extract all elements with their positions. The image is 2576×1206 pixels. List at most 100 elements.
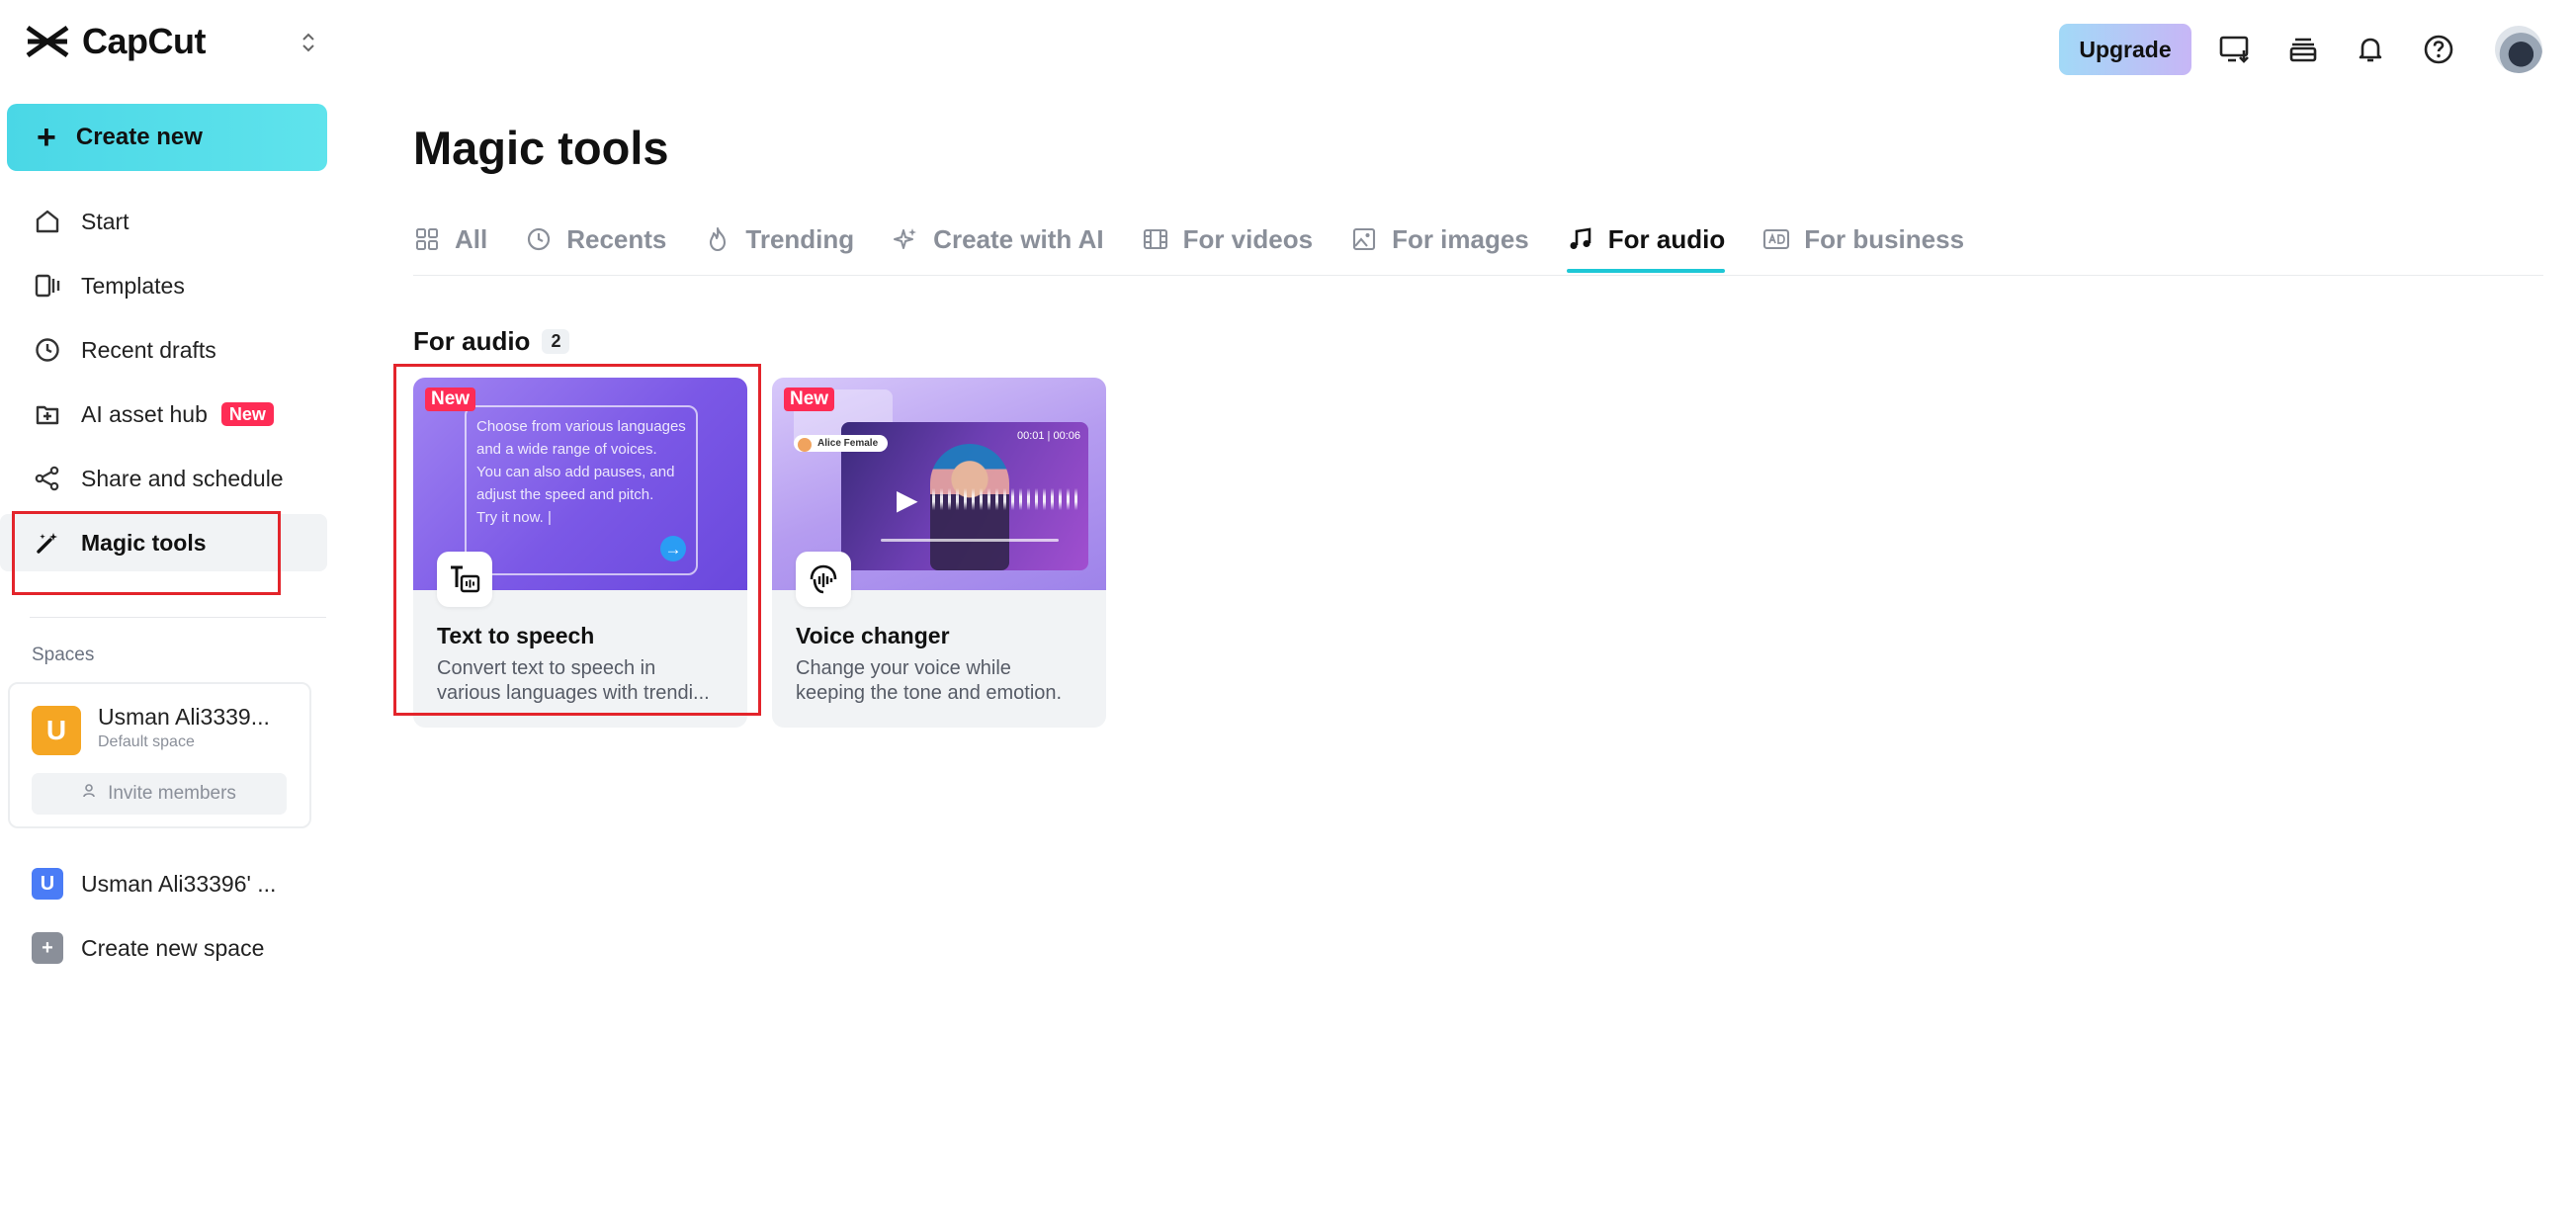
magic-wand-icon: [32, 527, 63, 559]
tabs-divider: [413, 275, 2543, 276]
tab-label: For audio: [1607, 223, 1726, 254]
tab-for-business[interactable]: For business: [1762, 219, 1964, 259]
tab-all[interactable]: All: [413, 219, 487, 259]
sidebar-item-templates[interactable]: Templates: [0, 257, 341, 314]
create-new-space-button[interactable]: + Create new space: [32, 928, 264, 968]
sidebar-nav: Start Templates Recent drafts AI asset h…: [0, 193, 341, 578]
thumbnail-text-box: Choose from various languages and a wide…: [465, 405, 698, 575]
progress-bar: [881, 539, 1059, 542]
invite-members-button[interactable]: Invite members: [32, 773, 287, 815]
voice-tag: Alice Female: [794, 435, 889, 452]
tab-for-images[interactable]: For images: [1350, 219, 1529, 259]
play-icon: ▶: [897, 484, 918, 515]
sidebar-item-label: Templates: [81, 272, 185, 299]
thumbnail-text-line: Choose from various languages: [476, 418, 686, 435]
upgrade-button[interactable]: Upgrade: [2059, 24, 2191, 75]
plus-icon: +: [37, 119, 56, 156]
film-icon: [1142, 225, 1169, 253]
space-row-label: Usman Ali33396' ...: [81, 870, 277, 897]
create-new-space-label: Create new space: [81, 934, 265, 961]
sidebar-item-label: Magic tools: [81, 529, 207, 556]
space-row-usman[interactable]: U Usman Ali33396' ...: [32, 864, 276, 904]
sparkle-icon: [892, 225, 919, 253]
chevron-up-down-icon[interactable]: [296, 28, 321, 57]
asset-hub-icon: [32, 398, 63, 430]
card-description-line: Change your voice while: [796, 657, 1011, 679]
invite-members-label: Invite members: [108, 783, 236, 804]
thumbnail-text-line: and a wide range of voices.: [476, 441, 657, 458]
sidebar-item-recent-drafts[interactable]: Recent drafts: [0, 321, 341, 379]
home-icon: [32, 206, 63, 237]
category-tabs: All Recents Trending Create with AI For …: [413, 219, 2002, 277]
page-title: Magic tools: [413, 122, 669, 174]
arrow-right-icon: →: [660, 536, 686, 561]
space-avatar: U: [32, 868, 63, 900]
tab-label: For images: [1392, 223, 1529, 254]
sidebar-item-label: Share and schedule: [81, 465, 284, 491]
templates-icon: [32, 270, 63, 302]
card-title: Text to speech: [437, 623, 595, 648]
clock-icon: [525, 225, 553, 253]
sidebar-item-start[interactable]: Start: [0, 193, 341, 250]
tab-for-videos[interactable]: For videos: [1142, 219, 1313, 259]
card-description-line: keeping the tone and emotion.: [796, 682, 1063, 704]
waveform-icon: [932, 485, 1080, 513]
card-description-line: various languages with trendi...: [437, 682, 710, 704]
sidebar: CapCut + Create new Start Templates Rece…: [0, 0, 341, 1206]
grid-icon: [413, 225, 441, 253]
bell-icon[interactable]: [2351, 30, 2390, 69]
tab-label: For business: [1804, 223, 1965, 254]
monitor-download-icon[interactable]: [2215, 30, 2255, 69]
share-icon: [32, 463, 63, 494]
sidebar-item-label: Start: [81, 208, 129, 234]
tab-label: Recents: [566, 223, 667, 254]
plus-icon: +: [32, 932, 63, 964]
voice-changer-icon: [796, 552, 851, 607]
ad-icon: [1762, 225, 1790, 253]
tab-trending[interactable]: Trending: [704, 219, 854, 259]
tab-for-audio[interactable]: For audio: [1566, 219, 1726, 273]
stack-icon[interactable]: [2283, 30, 2323, 69]
new-badge: New: [784, 388, 835, 411]
video-timestamp: 00:01 | 00:06: [1016, 430, 1080, 442]
create-new-label: Create new: [75, 124, 203, 150]
tool-card-voice-changer[interactable]: 00:01 | 00:06 ▶ Alice Female New Voice c…: [772, 378, 1106, 728]
card-description: Change your voice while keeping the tone…: [796, 656, 1092, 706]
sidebar-item-label: Recent drafts: [81, 336, 216, 363]
section-title: For audio: [413, 326, 531, 356]
tab-recents[interactable]: Recents: [525, 219, 666, 259]
thumbnail-text-line: adjust the speed and pitch.: [476, 486, 654, 503]
user-avatar[interactable]: [2495, 26, 2542, 73]
space-card[interactable]: U Usman Ali3339... Default space Invite …: [8, 682, 311, 828]
new-badge: New: [220, 402, 274, 426]
create-new-button[interactable]: + Create new: [7, 104, 327, 171]
flame-icon: [704, 225, 731, 253]
help-icon[interactable]: [2419, 30, 2458, 69]
card-description: Convert text to speech in various langua…: [437, 656, 733, 706]
capcut-logo-icon[interactable]: [25, 22, 74, 61]
tab-label: For videos: [1182, 223, 1314, 254]
clock-icon: [32, 334, 63, 366]
tool-card-text-to-speech[interactable]: Choose from various languages and a wide…: [413, 378, 747, 728]
sidebar-item-share-and-schedule[interactable]: Share and schedule: [0, 450, 341, 507]
tab-label: Create with AI: [933, 223, 1104, 254]
text-to-speech-icon: [437, 552, 492, 607]
card-description-line: Convert text to speech in: [437, 657, 656, 679]
app-name: CapCut: [82, 21, 207, 61]
tab-create-with-ai[interactable]: Create with AI: [892, 219, 1104, 259]
space-name: Usman Ali3339...: [98, 704, 270, 730]
card-title: Voice changer: [796, 623, 950, 648]
sidebar-item-ai-asset-hub[interactable]: AI asset hub New: [0, 386, 341, 443]
count-badge: 2: [542, 329, 570, 354]
sidebar-divider: [30, 617, 326, 618]
person-add-icon: [82, 783, 98, 805]
logo-row: CapCut: [25, 21, 321, 61]
space-subtitle: Default space: [98, 733, 195, 750]
music-icon: [1567, 225, 1594, 253]
tab-label: All: [455, 223, 488, 254]
spaces-label: Spaces: [32, 645, 95, 665]
sidebar-item-magic-tools[interactable]: Magic tools: [0, 514, 327, 571]
new-badge: New: [425, 388, 476, 411]
sidebar-item-label: AI asset hub: [81, 400, 208, 427]
thumbnail-text-line: You can also add pauses, and: [476, 464, 675, 480]
